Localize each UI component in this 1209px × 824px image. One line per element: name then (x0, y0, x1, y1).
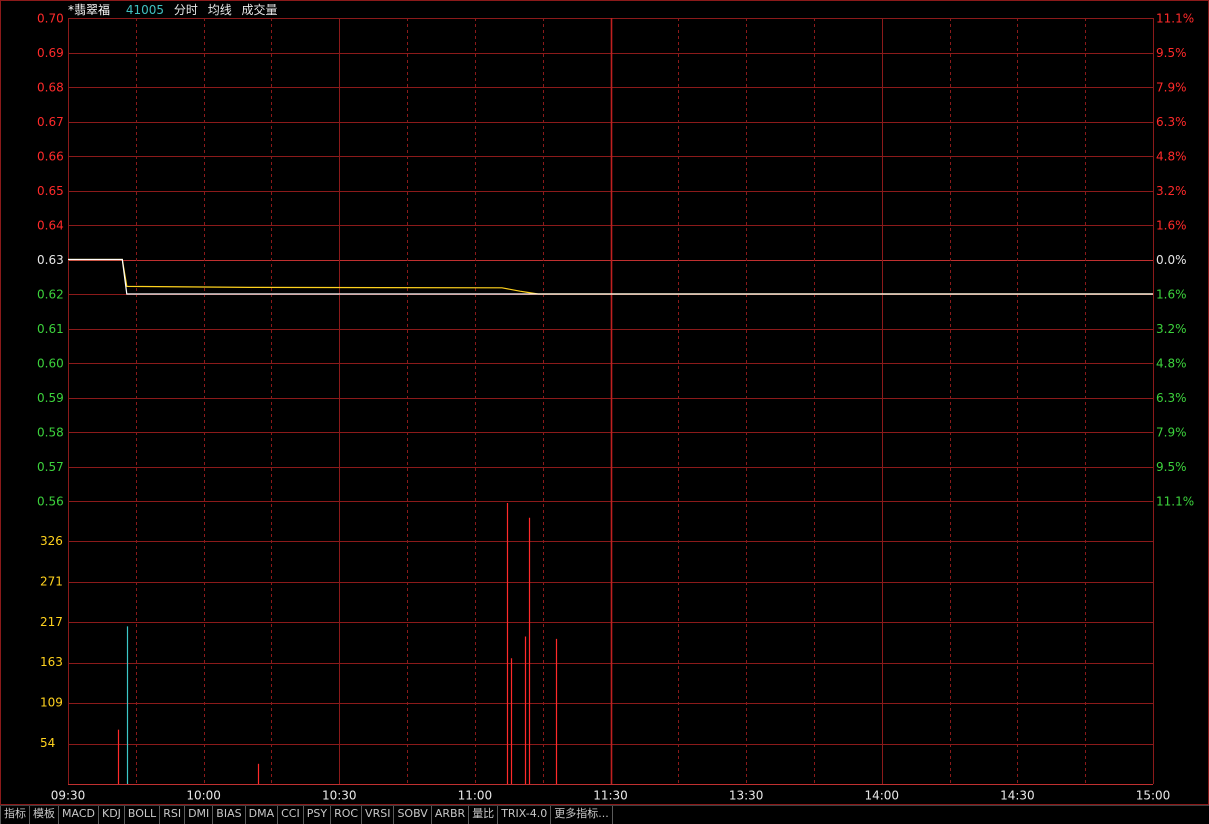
price-tick-label: 0.59 (37, 391, 64, 405)
tab-kdj[interactable]: KDJ (99, 806, 125, 824)
percent-tick-label: 9.5% (1156, 46, 1187, 60)
tab-dmi[interactable]: DMI (185, 806, 214, 824)
volume-tick-label: 109 (40, 696, 63, 710)
average-price-line (68, 258, 1153, 295)
price-line (68, 258, 1153, 295)
tab-boll[interactable]: BOLL (125, 806, 161, 824)
percent-tick-label: 9.5% (1156, 460, 1187, 474)
time-axis-label: 09:30 (51, 789, 86, 803)
intraday-chart-frame: *翡翠福 41005 分时 均线 成交量 0.70 0.69 0.68 0.67 0.6… (0, 0, 1209, 824)
percent-tick-label: 1.6% (1156, 219, 1187, 233)
tab-roc[interactable]: ROC (331, 806, 363, 824)
percent-tick-label: 11.1% (1156, 12, 1194, 26)
price-tick-label: 0.69 (37, 46, 64, 60)
volume-tick-label: 326 (40, 534, 63, 548)
volume-tick-label: 163 (40, 655, 63, 669)
indicator-tab-bar: 指标 模板 MACD KDJ BOLL RSI DMI BIAS DMA CCI… (0, 805, 1209, 824)
tab-template[interactable]: 模板 (30, 806, 59, 824)
volume-tick-label: 217 (40, 615, 63, 629)
tab-rsi[interactable]: RSI (160, 806, 186, 824)
price-tick-label: 0.67 (37, 115, 64, 129)
percent-tick-label: 11.1% (1156, 495, 1194, 509)
percent-tick-label: 4.8% (1156, 150, 1187, 164)
tab-psy[interactable]: PSY (304, 806, 332, 824)
price-tick-label: 0.63 (37, 253, 64, 267)
time-axis-label: 11:00 (458, 789, 493, 803)
tab-arbr[interactable]: ARBR (432, 806, 470, 824)
price-tick-label: 0.66 (37, 150, 64, 164)
tab-vrsi[interactable]: VRSI (362, 806, 395, 824)
tab-bar-filler (613, 806, 1209, 824)
time-axis-label: 14:30 (1000, 789, 1035, 803)
tab-sobv[interactable]: SOBV (394, 806, 432, 824)
percent-tick-label: 4.8% (1156, 357, 1187, 371)
price-tick-label: 0.60 (37, 357, 64, 371)
percent-tick-label: 0.0% (1156, 253, 1187, 267)
tab-volume-ratio[interactable]: 量比 (469, 806, 499, 824)
tab-macd[interactable]: MACD (59, 806, 99, 824)
price-tick-label: 0.62 (37, 288, 64, 302)
price-tick-label: 0.56 (37, 495, 64, 509)
tab-cci[interactable]: CCI (278, 806, 304, 824)
time-axis-label: 10:30 (322, 789, 357, 803)
tab-trix[interactable]: TRIX-4.0 (498, 806, 552, 824)
percent-tick-label: 3.2% (1156, 322, 1187, 336)
price-tick-label: 0.65 (37, 184, 64, 198)
price-tick-label: 0.70 (37, 12, 64, 26)
time-axis-label: 11:30 (593, 789, 628, 803)
percent-tick-label: 6.3% (1156, 115, 1187, 129)
volume-tick-label: 271 (40, 574, 63, 588)
tab-more-indicators[interactable]: 更多指标... (551, 806, 613, 824)
percent-tick-label: 6.3% (1156, 391, 1187, 405)
tab-bias[interactable]: BIAS (213, 806, 246, 824)
time-axis-label: 14:00 (864, 789, 899, 803)
price-tick-label: 0.64 (37, 219, 64, 233)
chart-svg[interactable]: 0.70 0.69 0.68 0.67 0.66 0.65 0.64 0.63 0.62 0.61… (0, 0, 1209, 805)
percent-tick-label: 7.9% (1156, 81, 1187, 95)
percent-tick-label: 7.9% (1156, 426, 1187, 440)
time-axis-label: 15:00 (1136, 789, 1171, 803)
volume-tick-label: 54 (40, 736, 55, 750)
price-tick-label: 0.58 (37, 426, 64, 440)
percent-tick-label: 1.6% (1156, 288, 1187, 302)
price-tick-label: 0.57 (37, 460, 64, 474)
outer-frame (0, 0, 1209, 805)
tab-indicators[interactable]: 指标 (0, 806, 30, 824)
tab-dma[interactable]: DMA (246, 806, 279, 824)
time-axis-label: 10:00 (186, 789, 221, 803)
time-axis-label: 13:30 (729, 789, 764, 803)
percent-tick-label: 3.2% (1156, 184, 1187, 198)
price-tick-label: 0.61 (37, 322, 64, 336)
price-tick-label: 0.68 (37, 81, 64, 95)
